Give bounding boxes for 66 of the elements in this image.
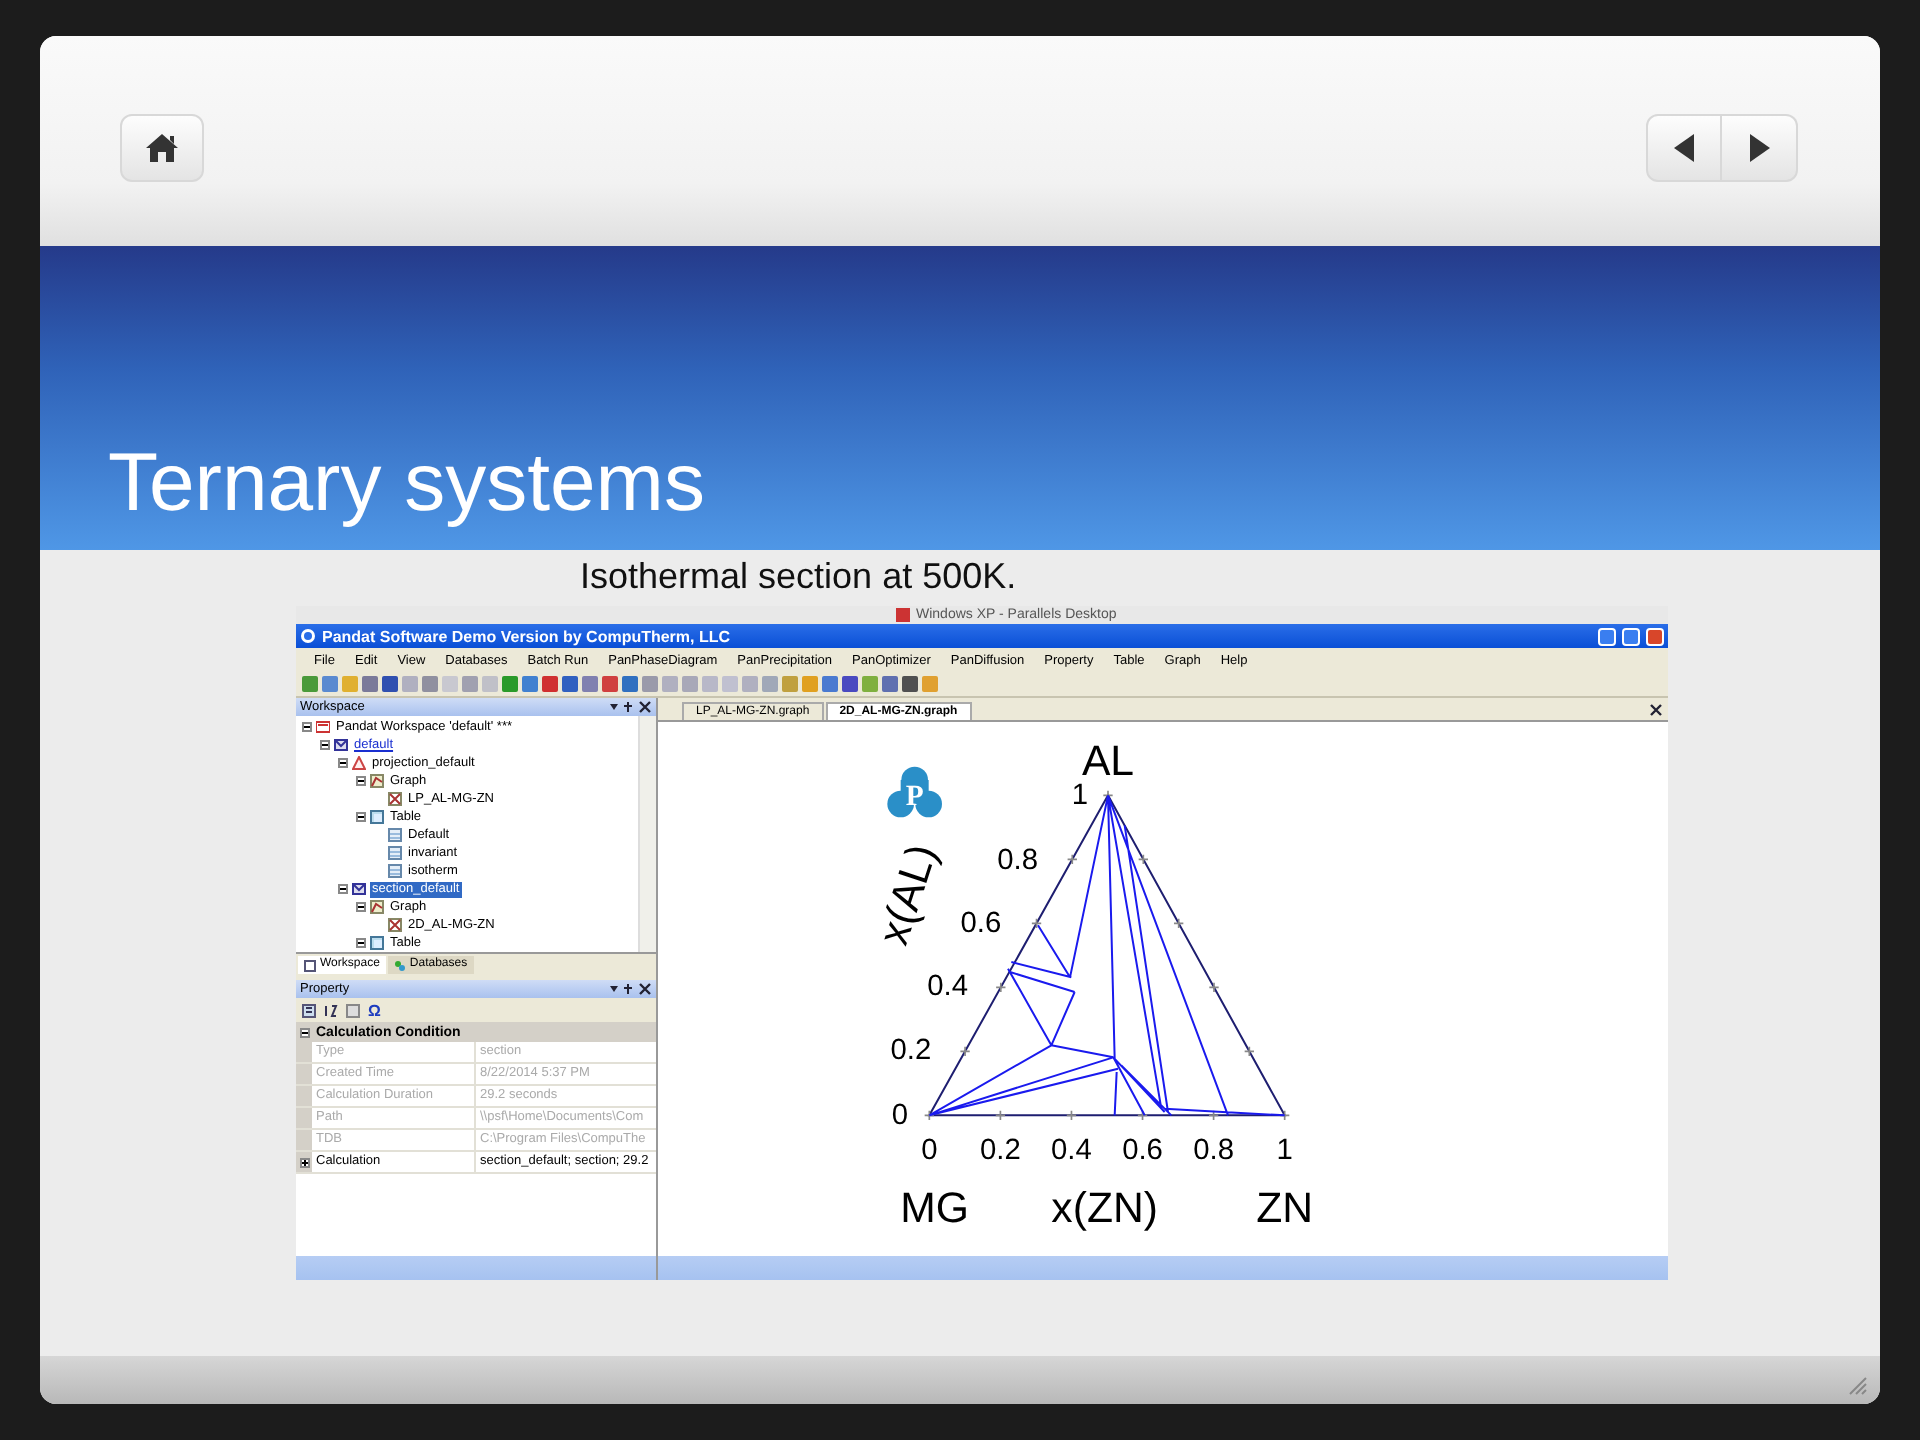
tick-label: 0.6 <box>1122 1134 1163 1167</box>
slide-caption: Isothermal section at 500K. <box>580 556 1019 600</box>
pages-icon <box>346 1003 360 1017</box>
collapse-icon[interactable] <box>300 1027 310 1037</box>
tick-label: 0.8 <box>997 844 1038 877</box>
envelope-icon <box>334 738 348 752</box>
tick-label: 0.4 <box>927 971 968 1004</box>
expand-icon[interactable] <box>299 1157 309 1167</box>
vertex-label: ZN <box>1256 1184 1314 1232</box>
sort-icon <box>324 1003 338 1017</box>
tick-label: 0.8 <box>1193 1134 1234 1167</box>
close-button[interactable] <box>1646 627 1664 645</box>
vertex-label: MG <box>900 1184 970 1232</box>
collapse-icon[interactable] <box>356 812 366 822</box>
tick-label: 0.6 <box>960 908 1002 940</box>
window-icon <box>304 959 316 971</box>
tick-label: 1 <box>1071 780 1088 812</box>
minimize-button[interactable] <box>1598 627 1616 645</box>
app-icon <box>896 608 910 622</box>
table-icon <box>370 810 384 824</box>
pane-controls-icon <box>608 700 652 714</box>
logo-icon <box>887 766 942 818</box>
dots-icon <box>393 959 406 971</box>
omega-button[interactable]: Ω <box>368 1001 381 1019</box>
previous-button[interactable] <box>1646 114 1722 182</box>
chart-icon <box>370 900 384 914</box>
categorized-icon <box>302 1003 316 1017</box>
collapse-icon[interactable] <box>338 884 348 894</box>
resize-grip-icon <box>1848 1376 1868 1396</box>
pane-controls-icon <box>608 982 652 996</box>
collapse-icon[interactable] <box>356 776 366 786</box>
home-icon <box>144 132 180 164</box>
collapse-icon[interactable] <box>356 902 366 912</box>
tick-label: 0.2 <box>980 1134 1021 1167</box>
table-icon <box>370 936 384 950</box>
axis-title: x(ZN) <box>1051 1184 1158 1232</box>
window-title: Pandat Software Demo Version by CompuTherm, LLC <box>322 627 733 645</box>
logo-letter: P <box>905 781 924 814</box>
next-button[interactable] <box>1722 114 1798 182</box>
tick-label: 0.2 <box>890 1034 932 1067</box>
sheet-icon <box>388 828 402 842</box>
collapse-icon[interactable] <box>302 722 312 732</box>
sheet-icon <box>388 846 402 860</box>
close-icon[interactable] <box>1650 704 1662 716</box>
maximize-button[interactable] <box>1622 627 1640 645</box>
sheet-icon <box>388 864 402 878</box>
collapse-icon[interactable] <box>338 758 348 768</box>
axis-title: x(AL) <box>869 838 947 951</box>
collapse-icon[interactable] <box>356 938 366 948</box>
envelope-icon <box>352 882 366 896</box>
plot-icon <box>388 792 402 806</box>
app-logo-icon <box>300 628 316 644</box>
tick-label: 0 <box>891 1100 908 1132</box>
triangle-icon <box>352 756 366 770</box>
tick-label: 0 <box>921 1134 938 1167</box>
scrollbar[interactable] <box>638 716 656 952</box>
chart-icon <box>370 774 384 788</box>
right-arrow-icon <box>1745 132 1773 164</box>
left-arrow-icon <box>1670 132 1698 164</box>
tick-label: 1 <box>1276 1134 1293 1167</box>
slide-title: Ternary systems <box>108 436 705 530</box>
home-button[interactable] <box>120 114 204 182</box>
vertex-label: AL <box>1081 737 1135 786</box>
collapse-icon[interactable] <box>320 740 330 750</box>
plot-icon <box>388 918 402 932</box>
tick-label: 0.4 <box>1051 1134 1092 1167</box>
